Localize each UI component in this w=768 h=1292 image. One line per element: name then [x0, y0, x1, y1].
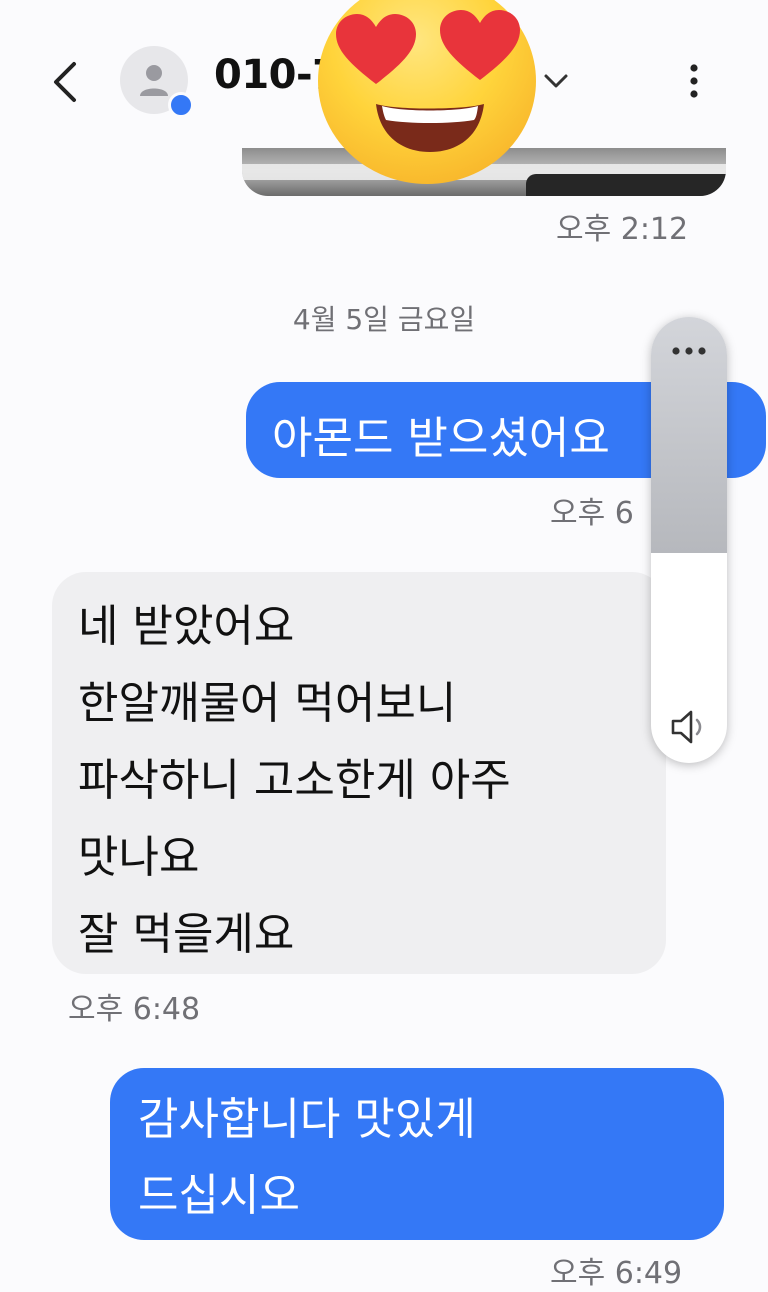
- message-line: 잘 먹을게요: [78, 909, 295, 960]
- message-text: 아몬드 받으셨어요: [272, 413, 610, 464]
- chevron-down-icon: [544, 74, 568, 88]
- heart-icon: [336, 14, 416, 84]
- message-time: 오후 6:49: [550, 1256, 683, 1291]
- message-line: 한알깨물어 먹어보니: [78, 678, 457, 729]
- more-vert-icon: [690, 64, 698, 98]
- back-button[interactable]: [44, 56, 92, 108]
- mouth-icon: [376, 104, 484, 152]
- chevron-left-icon: [54, 62, 76, 102]
- incoming-message-bubble[interactable]: 네 받았어요 한알깨물어 먹어보니 파삭하니 고소한게 아주 맛나요 잘 먹을게…: [52, 572, 666, 974]
- message-line: 네 받았어요: [78, 601, 295, 652]
- message-time: 오후 6: [550, 496, 634, 531]
- more-options-button[interactable]: [678, 60, 710, 104]
- volume-panel[interactable]: [651, 317, 727, 763]
- speaker-icon[interactable]: [667, 707, 711, 747]
- more-horiz-icon[interactable]: [669, 343, 709, 359]
- heart-icon: [440, 10, 520, 80]
- message-badge-icon: [168, 92, 194, 118]
- message-line: 감사합니다 맛있게: [138, 1094, 476, 1145]
- contact-dropdown-button[interactable]: [540, 66, 572, 96]
- message-time: 오후 6:48: [68, 992, 201, 1027]
- message-line: 드십시오: [138, 1170, 300, 1221]
- message-line: 파삭하니 고소한게 아주: [78, 755, 511, 806]
- message-line: 맛나요: [78, 832, 200, 883]
- message-time: 오후 2:12: [556, 212, 689, 247]
- outgoing-message-bubble[interactable]: 감사합니다 맛있게 드십시오: [110, 1068, 724, 1240]
